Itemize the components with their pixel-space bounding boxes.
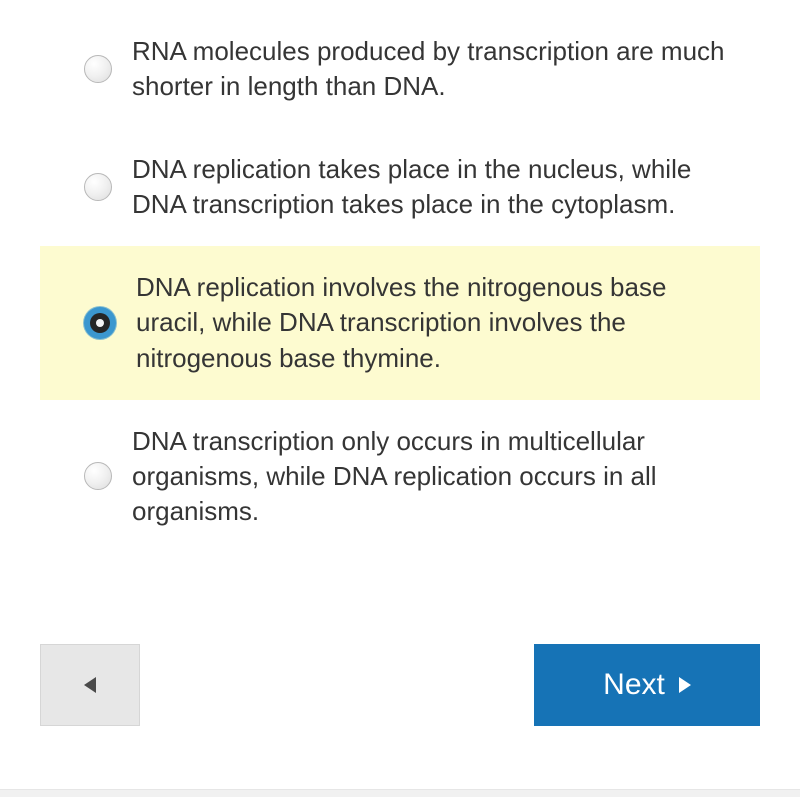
option-4[interactable]: DNA transcription only occurs in multice…: [40, 400, 760, 553]
options-list: RNA molecules produced by transcription …: [40, 10, 760, 553]
radio-icon[interactable]: [84, 55, 112, 83]
radio-inner-ring: [90, 313, 110, 333]
radio-selected-icon[interactable]: [84, 307, 116, 339]
next-button[interactable]: Next: [534, 644, 760, 726]
nav-row: Next: [40, 644, 760, 726]
quiz-container: RNA molecules produced by transcription …: [0, 0, 800, 801]
option-text: DNA transcription only occurs in multice…: [132, 424, 736, 529]
option-text: DNA replication takes place in the nucle…: [132, 152, 736, 222]
next-button-label: Next: [603, 668, 665, 702]
footer-divider: [0, 789, 800, 797]
radio-icon[interactable]: [84, 173, 112, 201]
option-3[interactable]: DNA replication involves the nitrogenous…: [40, 246, 760, 399]
triangle-left-icon: [84, 677, 96, 693]
option-text: RNA molecules produced by transcription …: [132, 34, 736, 104]
option-text: DNA replication involves the nitrogenous…: [136, 270, 736, 375]
triangle-right-icon: [679, 677, 691, 693]
radio-icon[interactable]: [84, 462, 112, 490]
option-2[interactable]: DNA replication takes place in the nucle…: [40, 128, 760, 246]
option-1[interactable]: RNA molecules produced by transcription …: [40, 10, 760, 128]
previous-button[interactable]: [40, 644, 140, 726]
radio-inner-dot: [96, 319, 104, 327]
